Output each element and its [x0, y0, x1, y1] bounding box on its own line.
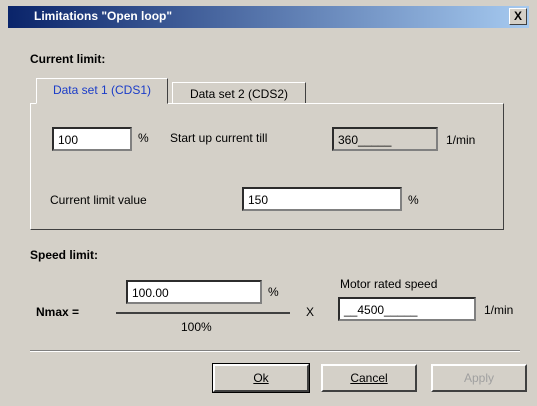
- startup-speed-field: 360_____: [332, 127, 438, 151]
- motor-rated-speed-input[interactable]: __4500_____: [338, 297, 476, 321]
- startup-speed-unit: 1/min: [446, 133, 476, 147]
- close-icon[interactable]: X: [509, 8, 527, 25]
- current-limit-value-label: Current limit value: [50, 193, 147, 207]
- motor-rated-speed-unit: 1/min: [484, 303, 514, 317]
- tab-data-set-1[interactable]: Data set 1 (CDS1): [36, 78, 168, 104]
- dialog-window: Limitations "Open loop" X Current limit:…: [0, 0, 537, 406]
- fraction-denominator: 100%: [181, 320, 212, 334]
- current-percent-input[interactable]: 100: [52, 127, 132, 151]
- speed-percent-unit: %: [268, 285, 279, 299]
- nmax-label: Nmax =: [36, 305, 80, 319]
- divider: [30, 350, 520, 352]
- fraction-line: [116, 312, 290, 314]
- current-limit-heading: Current limit:: [30, 52, 106, 66]
- current-percent-unit: %: [138, 131, 149, 145]
- startup-current-label: Start up current till: [170, 131, 268, 145]
- tab-data-set-2[interactable]: Data set 2 (CDS2): [172, 82, 306, 104]
- apply-button-label: Apply: [463, 371, 495, 385]
- cancel-button-label: Cancel: [350, 371, 388, 385]
- speed-percent-input[interactable]: 100.00: [126, 280, 262, 304]
- multiply-sign: X: [306, 305, 315, 319]
- title-bar[interactable]: Limitations "Open loop" X: [8, 6, 529, 28]
- ok-button-label: Ok: [253, 371, 269, 385]
- window-title: Limitations "Open loop": [34, 9, 173, 23]
- speed-limit-heading: Speed limit:: [30, 248, 99, 262]
- apply-button[interactable]: Apply: [431, 364, 527, 392]
- current-limit-value-input[interactable]: 150: [242, 187, 402, 211]
- motor-rated-speed-label: Motor rated speed: [340, 277, 438, 291]
- ok-button[interactable]: Ok: [212, 363, 310, 393]
- current-limit-unit: %: [408, 193, 419, 207]
- cancel-button[interactable]: Cancel: [321, 364, 417, 392]
